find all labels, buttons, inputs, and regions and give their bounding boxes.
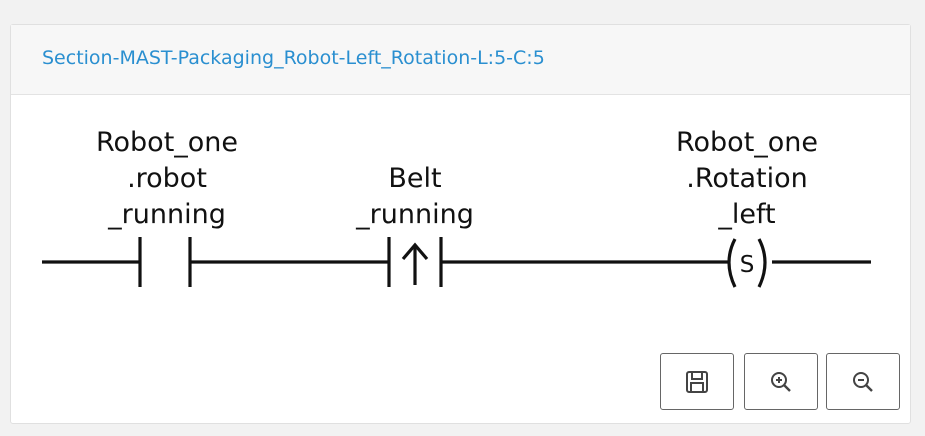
save-button[interactable] — [660, 353, 734, 410]
panel-header: Section-MAST-Packaging_Robot-Left_Rotati… — [11, 25, 910, 95]
coil-set-symbol: S — [740, 252, 755, 278]
set-coil-1[interactable]: S — [727, 238, 767, 288]
panel-title: Section-MAST-Packaging_Robot-Left_Rotati… — [42, 47, 545, 69]
coil-label-line-1: Robot_one — [676, 127, 818, 158]
coil-left-paren — [727, 238, 737, 288]
zoom-in-button[interactable] — [744, 353, 818, 410]
zoom-out-button[interactable] — [826, 353, 900, 410]
zoom-out-icon — [853, 371, 873, 392]
contact-1-label-line-3: _running — [107, 199, 226, 230]
contact-2-label-line-2: _running — [355, 199, 474, 230]
contact-1-label-line-1: Robot_one — [96, 127, 238, 158]
coil-label-line-3: _left — [717, 199, 775, 230]
ladder-panel: Section-MAST-Packaging_Robot-Left_Rotati… — [10, 24, 911, 424]
normally-open-contact-1[interactable] — [138, 237, 192, 287]
coil-label-line-2: .Rotation — [686, 163, 808, 194]
coil-right-paren — [757, 238, 767, 288]
floppy-disk-icon — [686, 370, 708, 393]
zoom-in-icon — [771, 371, 791, 392]
contact-1-label-line-2: .robot — [127, 163, 207, 194]
contact-2-label-line-1: Belt — [388, 163, 441, 194]
rising-edge-contact-2[interactable] — [387, 237, 443, 287]
